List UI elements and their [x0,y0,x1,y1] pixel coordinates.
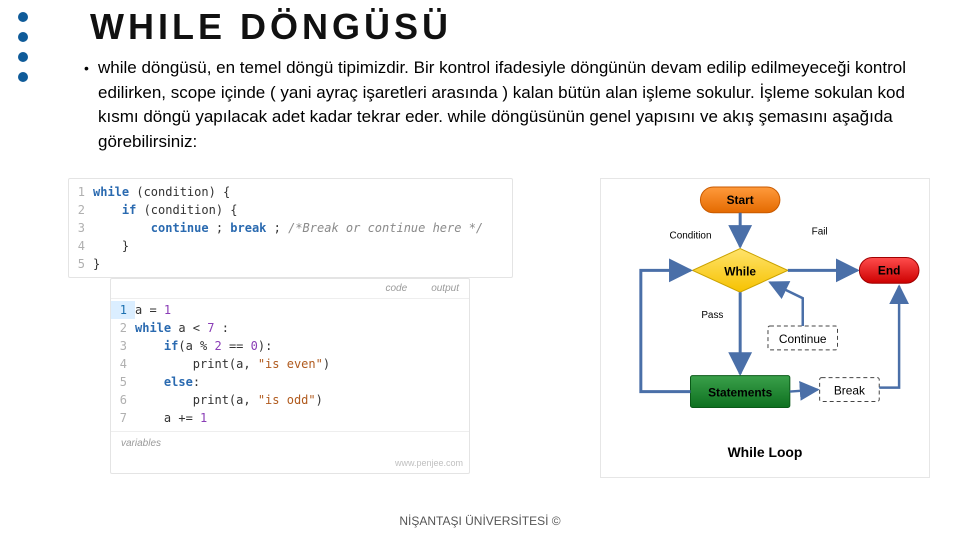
code-tabs: code output [111,279,469,299]
line-number: 6 [111,391,135,409]
node-break: Break [834,384,865,398]
code-snippet-generic: 1while (condition) { 2 if (condition) { … [68,178,513,278]
code-line: } [93,255,100,273]
line-number: 4 [69,237,93,255]
node-start: Start [727,193,754,207]
line-number: 4 [111,355,135,373]
code-line: } [93,237,129,255]
node-while: While [724,265,756,279]
paragraph-text: while döngüsü, en temel döngü tipimizdir… [98,58,906,151]
code-snippet-example: code output 1a = 1 2while a < 7 : 3 if(a… [110,278,470,474]
code-line: print(a, "is even") [135,355,330,373]
label-fail: Fail [812,227,828,238]
code-line: continue ; break ; /*Break or continue h… [93,219,483,237]
line-number: 5 [111,373,135,391]
label-condition: Condition [670,231,712,242]
tab-code: code [386,281,408,296]
line-number: 3 [111,337,135,355]
body-paragraph: • while döngüsü, en temel döngü tipimizd… [98,56,930,155]
line-number: 5 [69,255,93,273]
footer: NİŞANTAŞI ÜNİVERSİTESİ © [0,514,960,528]
label-pass: Pass [701,310,723,321]
flowchart: Start Condition While Fail End Pass Cont… [600,178,930,478]
accent-dots [18,12,28,82]
node-end: End [878,264,901,278]
line-number: 7 [111,409,135,427]
code-line: a = 1 [135,301,171,319]
tab-output: output [431,281,459,296]
diagram-caption: While Loop [728,444,803,460]
bullet-icon: • [84,58,89,78]
line-number: 1 [111,301,135,319]
line-number: 3 [69,219,93,237]
code-line: a += 1 [135,409,207,427]
code-footer: variables [111,431,469,455]
node-statements: Statements [708,386,773,400]
line-number: 2 [111,319,135,337]
page-title: WHILE DÖNGÜSÜ [90,6,452,48]
code-line: while (condition) { [93,183,230,201]
code-line: print(a, "is odd") [135,391,323,409]
watermark: www.penjee.com [111,455,469,473]
code-line: else: [135,373,200,391]
line-number: 1 [69,183,93,201]
code-line: if (condition) { [93,201,238,219]
node-continue: Continue [779,332,827,346]
code-line: if(a % 2 == 0): [135,337,272,355]
code-line: while a < 7 : [135,319,229,337]
line-number: 2 [69,201,93,219]
